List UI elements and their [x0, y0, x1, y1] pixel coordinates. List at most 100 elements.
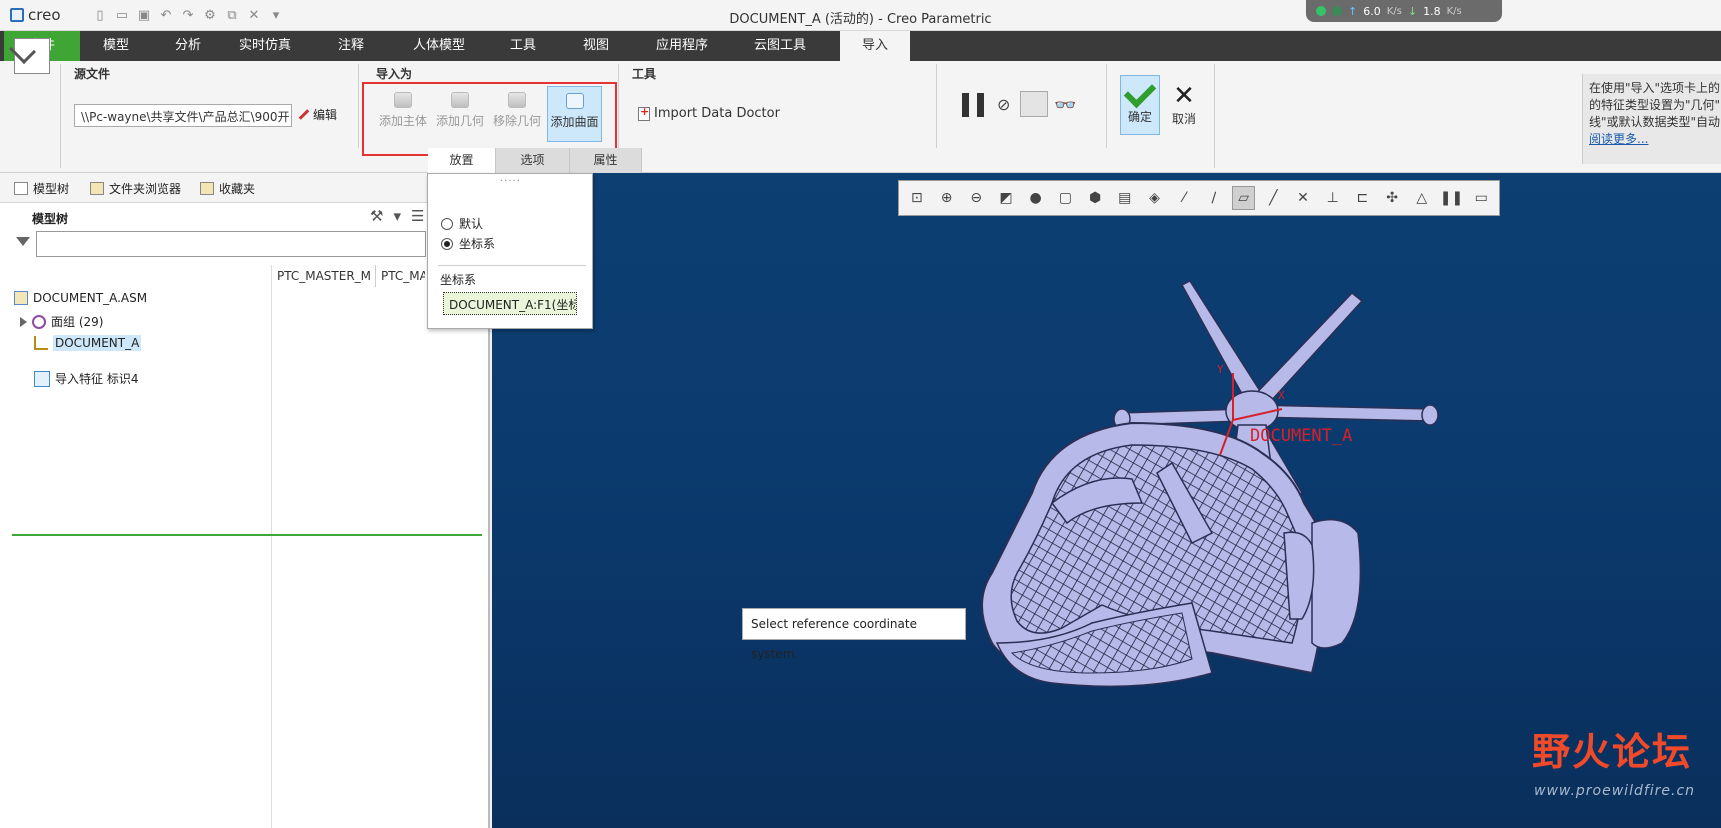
upload-unit: K/s [1386, 5, 1402, 17]
panel-grip[interactable]: ····· [500, 176, 521, 187]
model-tree-panel: 模型树 文件夹浏览器 收藏夹 模型树 ⚒ ▾ ☰ PTC_MASTER_M PT… [0, 173, 490, 828]
separator [1214, 64, 1215, 168]
tools-group-label: 工具 [632, 67, 657, 81]
base-leg [1251, 404, 1433, 422]
import-data-doctor-button[interactable]: Import Data Doctor [638, 105, 780, 121]
tree-row-csys[interactable]: DOCUMENT_A [34, 335, 142, 351]
no-preview-icon[interactable]: ⊘ [997, 95, 1010, 114]
tab-applications[interactable]: 应用程序 [628, 31, 736, 61]
glasses-icon[interactable]: 👓 [1054, 95, 1076, 116]
status-tooltip: Select reference coordinate system. [742, 608, 966, 661]
tree-row-assembly[interactable]: DOCUMENT_A.ASM [14, 291, 147, 305]
separator [358, 64, 359, 148]
pause-icon[interactable] [962, 93, 984, 117]
tree-tools: ⚒ ▾ ☰ [370, 207, 424, 225]
csys-x-label: X [1278, 389, 1285, 402]
download-speed: 1.8 [1423, 4, 1441, 18]
import-file-icon[interactable] [14, 38, 50, 74]
download-arrow-icon: ↓ [1407, 4, 1418, 18]
highlight-annotation-box [362, 82, 617, 156]
tab-live-simulation[interactable]: 实时仿真 [224, 31, 306, 61]
read-more-link[interactable]: 阅读更多... [1589, 132, 1648, 146]
import-feature-icon [34, 370, 50, 387]
base-leg [1180, 280, 1261, 405]
csys-y-label: Y [1217, 363, 1224, 376]
ok-button[interactable]: 确定 [1120, 75, 1160, 135]
navtab-model-tree[interactable]: 模型树 [14, 180, 69, 197]
tree-filter-input[interactable] [36, 231, 426, 257]
column-header-ptc-master[interactable]: PTC_MASTER_M [277, 269, 371, 283]
separator [618, 64, 619, 148]
quilt-group-icon [32, 314, 46, 329]
tab-annotate[interactable]: 注释 [306, 31, 396, 61]
csys-label: 坐标系 [440, 273, 477, 287]
radio-csys-icon[interactable] [441, 237, 453, 250]
watermark: 野火论坛 www.proewildfire.cn [1532, 721, 1712, 821]
pencil-icon [298, 109, 310, 120]
tree-settings-icon[interactable]: ⚒ [370, 207, 383, 225]
subtab-properties[interactable]: 属性 [570, 148, 642, 173]
tab-analysis[interactable]: 分析 [152, 31, 224, 61]
watermark-text: 野火论坛 [1532, 729, 1693, 774]
edit-button[interactable]: 编辑 [298, 106, 337, 123]
separator [936, 64, 937, 148]
placement-panel: ····· 默认 坐标系 坐标系 DOCUMENT_A:F1(坐标 [427, 173, 593, 329]
tree-columns-icon[interactable]: ☰ [411, 207, 424, 225]
tab-model[interactable]: 模型 [80, 31, 152, 61]
csys-collector[interactable]: DOCUMENT_A:F1(坐标 [443, 292, 577, 315]
network-monitor: ↑ 6.0 K/s ↓ 1.8 K/s [1306, 0, 1502, 22]
column-divider [375, 265, 376, 287]
import-data-doctor-icon [638, 105, 650, 121]
csys-name-label: DOCUMENT_A [1250, 426, 1352, 446]
chevron-down-icon[interactable]: ▾ [393, 207, 401, 225]
expand-triangle-icon[interactable] [20, 316, 27, 327]
cancel-button[interactable]: ✕ 取消 [1166, 82, 1202, 134]
source-group-label: 源文件 [74, 67, 111, 81]
tab-view[interactable]: 视图 [564, 31, 628, 61]
status-dot-icon [1316, 6, 1326, 16]
cancel-x-icon: ✕ [1173, 81, 1195, 111]
ribbon-tab-row: 文件 模型 分析 实时仿真 注释 人体模型 工具 视图 应用程序 云图工具 导入 [0, 31, 1721, 61]
model-tree-icon [14, 182, 28, 195]
watermark-url: www.proewildfire.cn [1534, 783, 1696, 799]
navtab-folder-browser[interactable]: 文件夹浏览器 [90, 180, 181, 197]
tree-header: 模型树 [32, 212, 69, 226]
source-path-field[interactable]: \\Pc-wayne\共享文件\产品总汇\900开 [74, 104, 292, 127]
help-panel: 在使用"导入"选项卡上的 的特征类型设置为"几何" 线"或默认数据类型"自动 阅… [1582, 74, 1721, 164]
radio-default[interactable]: 默认 [441, 215, 483, 232]
tab-tools[interactable]: 工具 [482, 31, 564, 61]
folder-icon [90, 182, 104, 195]
assembly-icon [14, 291, 28, 305]
import-as-group-label: 导入为 [376, 67, 413, 81]
tab-cloud-tools[interactable]: 云图工具 [736, 31, 824, 61]
check-icon [1123, 75, 1157, 109]
radio-default-icon[interactable] [441, 217, 453, 230]
upload-speed: 6.0 [1363, 4, 1381, 18]
column-divider [271, 265, 272, 828]
column-header-ptc-ma[interactable]: PTC_MA [381, 269, 425, 283]
insert-here-indicator[interactable] [12, 534, 482, 536]
navtab-favorites[interactable]: 收藏夹 [200, 180, 255, 197]
title-bar: creo ▯ ▭ ▣ ↶ ↷ ⚙ ⧉ ✕ ▾ DOCUMENT_A (活动的) … [0, 0, 1721, 31]
favorites-icon [200, 182, 214, 195]
filter-icon [16, 237, 30, 246]
preview-toggle-icon[interactable] [1020, 91, 1048, 117]
tab-import[interactable]: 导入 [840, 31, 910, 61]
armrest [1311, 518, 1362, 649]
separator [60, 64, 61, 168]
tree-row-import-feature[interactable]: 导入特征 标识4 [34, 370, 138, 387]
graphics-viewport[interactable]: ⊡ ⊕ ⊖ ◩ ● ▢ ⬢ ▤ ◈ ⁄ ∕ ▱ ╱ ✕ ⊥ ⊏ ✣ △ ❚❚ ▭ [492, 173, 1721, 828]
separator [438, 265, 586, 266]
status-dot-icon [1332, 6, 1342, 16]
tree-row-quilt-group[interactable]: 面组 (29) [20, 313, 103, 330]
upload-arrow-icon: ↑ [1348, 4, 1358, 18]
subtab-placement[interactable]: 放置 [428, 148, 496, 173]
tab-manikin[interactable]: 人体模型 [396, 31, 482, 61]
subtab-options[interactable]: 选项 [496, 148, 570, 173]
navigator-tabs: 模型树 文件夹浏览器 收藏夹 [0, 173, 490, 203]
caster [1421, 404, 1439, 426]
separator [1106, 64, 1107, 148]
radio-csys[interactable]: 坐标系 [441, 235, 495, 252]
download-unit: K/s [1446, 5, 1462, 17]
coordinate-system-icon [34, 336, 48, 350]
